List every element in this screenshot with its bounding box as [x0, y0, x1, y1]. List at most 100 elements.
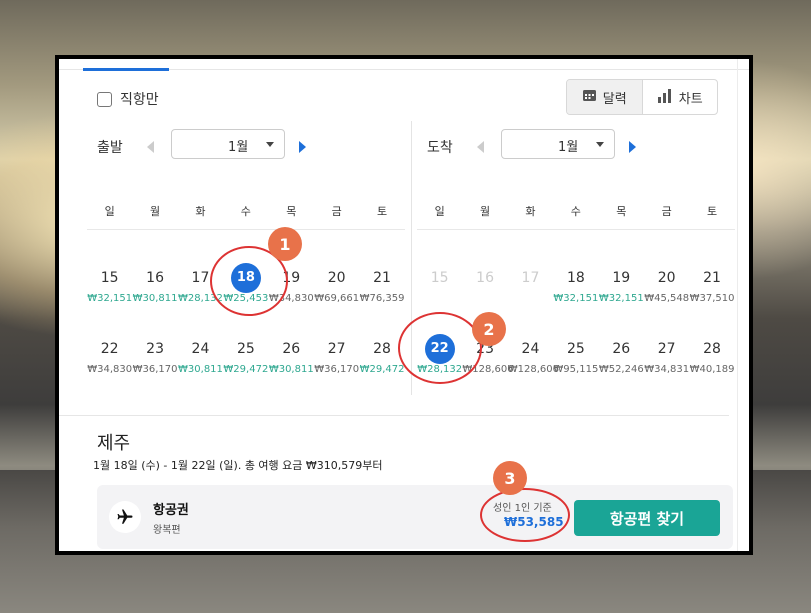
- departure-month-select[interactable]: 1월: [171, 129, 285, 159]
- day-number: 21: [703, 270, 721, 286]
- direct-only-checkbox[interactable]: [97, 91, 112, 107]
- bar-chart-icon: [657, 88, 673, 107]
- prev-month-arrow-icon[interactable]: [477, 141, 484, 153]
- day-price: ₩36,170: [132, 364, 178, 375]
- day-number: 18: [566, 270, 585, 286]
- calendar-day[interactable]: 15 ₩32,151: [87, 263, 132, 317]
- day-number: 28: [703, 341, 721, 357]
- calendar-week: 15 16 17 18 ₩32,151 19 ₩32,151 20 ₩45,548 21 ₩37,5…: [417, 263, 735, 317]
- calendar-day[interactable]: 21 ₩37,510: [689, 263, 735, 317]
- calendar-day[interactable]: 26 ₩30,811: [269, 334, 314, 388]
- weekday-header: 일 월 화 수 목 금 토: [434, 205, 718, 218]
- airplane-icon: [109, 501, 141, 533]
- calendar-day: 17: [508, 263, 553, 317]
- calendar-day[interactable]: 20 ₩45,548: [644, 263, 689, 317]
- chevron-down-icon: [596, 142, 604, 147]
- day-price: ₩76,359: [359, 293, 405, 304]
- calendar-day[interactable]: 28 ₩40,189: [689, 334, 735, 388]
- arrival-title: 도착: [427, 140, 453, 156]
- calendar-icon: [582, 88, 597, 106]
- chart-view-button[interactable]: 차트: [643, 80, 718, 114]
- day-number: 19: [612, 270, 631, 286]
- calendar-day[interactable]: 25 ₩29,472: [223, 334, 268, 388]
- day-number: 27: [327, 341, 346, 357]
- day-number: 15: [430, 270, 449, 286]
- next-month-arrow-icon[interactable]: [299, 141, 306, 153]
- day-number: 25: [566, 341, 585, 357]
- day-number: 24: [521, 341, 540, 357]
- annotation-marker-2: 2: [472, 312, 506, 346]
- day-number: 26: [612, 341, 631, 357]
- day-price: ₩30,811: [268, 364, 314, 375]
- day-number: 22: [100, 341, 119, 357]
- day-price: ₩45,548: [644, 293, 690, 304]
- day-number: 17: [521, 270, 540, 286]
- departure-title: 출발: [97, 140, 123, 156]
- day-price: ₩29,472: [223, 364, 269, 375]
- annotation-marker-3: 3: [493, 461, 527, 495]
- day-number: 24: [191, 341, 210, 357]
- calendar-day[interactable]: 19 ₩32,151: [599, 263, 644, 317]
- day-price: ₩34,831: [644, 364, 690, 375]
- calendar-day[interactable]: 27 ₩34,831: [644, 334, 689, 388]
- calendar-day[interactable]: 20 ₩69,661: [314, 263, 359, 317]
- calendar-day[interactable]: 27 ₩36,170: [314, 334, 359, 388]
- day-number: 25: [236, 341, 255, 357]
- day-number: 26: [282, 341, 301, 357]
- flight-search-panel: 직항만 달력 차트 출발 1월 일 월 화 수 목 금 토 15 ₩32,151…: [55, 55, 753, 555]
- calendar-day[interactable]: 23 ₩36,170: [132, 334, 178, 388]
- calendar-day[interactable]: 21 ₩76,359: [359, 263, 405, 317]
- calendar-day[interactable]: 22 ₩34,830: [87, 334, 132, 388]
- prev-month-arrow-icon[interactable]: [147, 141, 154, 153]
- destination-title: 제주: [97, 433, 131, 454]
- day-number: 20: [657, 270, 676, 286]
- calendar-day[interactable]: 26 ₩52,246: [599, 334, 644, 388]
- find-flights-button[interactable]: 항공편 찾기: [574, 500, 720, 536]
- day-price: ₩32,151: [553, 293, 599, 304]
- trip-summary: 1월 18일 (수) - 1월 22일 (일). 총 여행 요금 ₩310,57…: [93, 459, 383, 472]
- arrival-month-select[interactable]: 1월: [501, 129, 615, 159]
- day-price: ₩32,151: [598, 293, 644, 304]
- card-subtitle: 왕복편: [153, 525, 181, 536]
- day-price: ₩37,510: [689, 293, 735, 304]
- calendar-week: 22 ₩34,830 23 ₩36,170 24 ₩30,811 25 ₩29,472 26 ₩3…: [87, 334, 405, 388]
- card-title: 항공권: [153, 503, 189, 518]
- day-price: ₩30,811: [132, 293, 178, 304]
- active-tab-indicator: [83, 68, 169, 71]
- direct-only-label: 직항만: [120, 92, 159, 108]
- day-price: ₩69,661: [314, 293, 360, 304]
- calendar-day[interactable]: 16 ₩30,811: [132, 263, 178, 317]
- day-price: ₩40,189: [689, 364, 735, 375]
- calendar-day: 15: [417, 263, 462, 317]
- day-number: 21: [373, 270, 391, 286]
- day-number: 16: [146, 270, 164, 286]
- day-number: 16: [476, 270, 494, 286]
- day-price: ₩32,151: [87, 293, 133, 304]
- chevron-down-icon: [266, 142, 274, 147]
- day-price: ₩128,606: [507, 364, 560, 375]
- calendar-day[interactable]: 18 ₩32,151: [553, 263, 598, 317]
- day-number: 27: [657, 341, 676, 357]
- view-toggle: 달력 차트: [566, 79, 718, 115]
- day-price: ₩36,170: [314, 364, 360, 375]
- direct-only-filter[interactable]: 직항만: [97, 89, 159, 109]
- calendar-day[interactable]: 24 ₩128,606: [507, 334, 560, 388]
- day-price: ₩29,472: [359, 364, 405, 375]
- calendar-day: 16: [462, 263, 507, 317]
- calendar-day[interactable]: 24 ₩30,811: [178, 334, 223, 388]
- next-month-arrow-icon[interactable]: [629, 141, 636, 153]
- day-price: ₩52,246: [598, 364, 644, 375]
- day-price: ₩95,115: [553, 364, 599, 375]
- calendar-view-button[interactable]: 달력: [567, 80, 643, 114]
- annotation-marker-1: 1: [268, 227, 302, 261]
- calendar-day[interactable]: 25 ₩95,115: [553, 334, 598, 388]
- day-price: ₩34,830: [87, 364, 133, 375]
- flight-result-card[interactable]: 항공권 왕복편 성인 1인 기준 ₩53,585 항공편 찾기: [97, 485, 733, 549]
- annotation-circle-price: [480, 488, 570, 542]
- day-number: 28: [373, 341, 391, 357]
- day-number: 15: [100, 270, 119, 286]
- day-number: 20: [327, 270, 346, 286]
- day-price: ₩30,811: [178, 364, 223, 375]
- weekday-header: 일 월 화 수 목 금 토: [104, 205, 388, 218]
- annotation-circle-arrival: [398, 312, 482, 384]
